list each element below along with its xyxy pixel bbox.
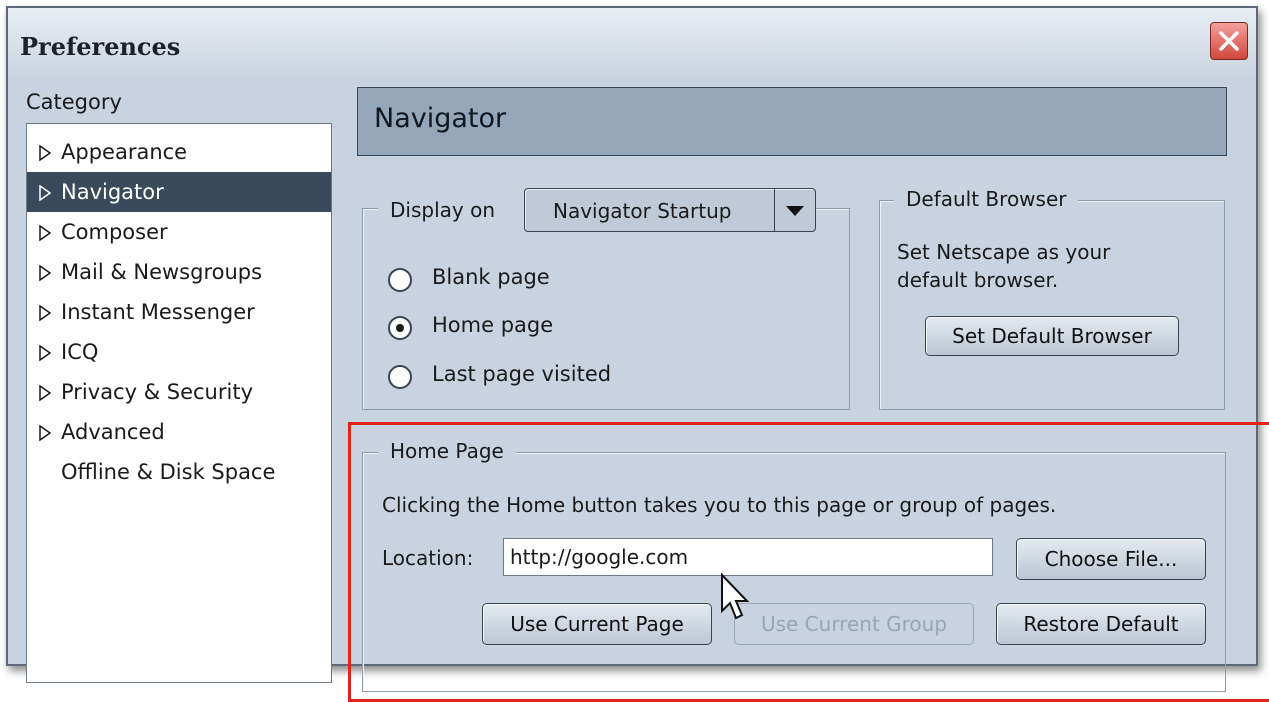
use-current-group-button[interactable]: Use Current Group [734,603,974,645]
default-browser-desc-1: Set Netscape as your [897,240,1111,264]
close-icon [1219,31,1239,51]
category-label-navigator: Navigator [61,180,164,204]
window-title: Preferences [20,32,181,61]
expand-triangle-icon[interactable] [39,225,51,241]
category-list[interactable]: Appearance Navigator Composer Mail & New… [26,123,332,683]
use-current-page-button[interactable]: Use Current Page [482,603,712,645]
category-item-navigator[interactable]: Navigator [27,172,331,212]
category-item-appearance[interactable]: Appearance [27,132,331,172]
expand-triangle-icon[interactable] [39,385,51,401]
category-item-icq[interactable]: ICQ [27,332,331,372]
radio-label: Home page [432,313,554,337]
radio-button[interactable] [388,316,412,340]
expand-triangle-icon[interactable] [39,265,51,281]
radio-label: Last page visited [432,362,612,386]
home-page-title: Home Page [378,439,516,467]
panel-header: Navigator [357,87,1227,156]
dropdown-arrow-button[interactable] [774,189,815,231]
default-browser-title: Default Browser [894,187,1079,215]
expand-triangle-icon[interactable] [39,185,51,201]
radio-button[interactable] [388,365,412,389]
chevron-down-icon [786,206,804,216]
radio-label: Blank page [432,265,550,289]
radio-button[interactable] [388,268,412,292]
category-label-instant-messenger: Instant Messenger [61,300,255,324]
category-label-mail-newsgroups: Mail & Newsgroups [61,260,263,284]
panel-title: Navigator [374,103,507,134]
category-item-advanced[interactable]: Advanced [27,412,331,452]
display-on-label: Display on [378,198,540,228]
category-label-offline-disk-space: Offline & Disk Space [61,460,276,484]
set-default-browser-button[interactable]: Set Default Browser [925,316,1179,356]
display-on-label-text: Display on [390,198,495,222]
category-label-composer: Composer [61,220,168,244]
dropdown-value: Navigator Startup [553,199,732,223]
expand-triangle-icon[interactable] [39,425,51,441]
category-item-instant-messenger[interactable]: Instant Messenger [27,292,331,332]
radio-checked-dot [396,324,404,332]
category-label-appearance: Appearance [61,140,188,164]
category-item-mail-newsgroups[interactable]: Mail & Newsgroups [27,252,331,292]
home-page-description: Clicking the Home button takes you to th… [382,493,1057,517]
expand-triangle-icon[interactable] [39,345,51,361]
category-item-offline-disk-space[interactable]: Offline & Disk Space [27,452,331,492]
location-label: Location: [382,546,474,570]
category-item-composer[interactable]: Composer [27,212,331,252]
category-label-privacy-security: Privacy & Security [61,380,253,404]
expand-triangle-icon[interactable] [39,145,51,161]
mouse-cursor-icon [721,573,750,620]
location-input[interactable]: http://google.com [503,538,993,576]
category-label-icq: ICQ [61,340,99,364]
category-label: Category [26,90,122,114]
expand-triangle-icon[interactable] [39,305,51,321]
category-label-advanced: Advanced [61,420,165,444]
choose-file-button[interactable]: Choose File... [1016,538,1206,580]
title-bar[interactable]: Preferences [8,8,1256,80]
default-browser-group [879,200,1225,410]
default-browser-desc-2: default browser. [897,268,1059,292]
category-item-privacy-security[interactable]: Privacy & Security [27,372,331,412]
close-button[interactable] [1210,22,1248,60]
restore-default-button[interactable]: Restore Default [996,603,1206,645]
display-on-dropdown[interactable]: Navigator Startup [524,188,816,232]
